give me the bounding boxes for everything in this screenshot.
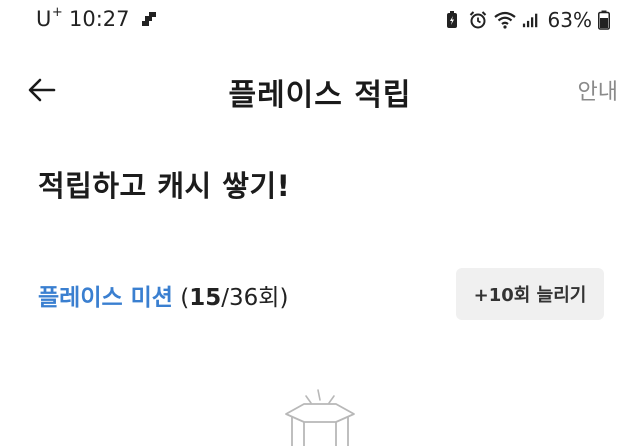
battery-saver-icon: [446, 11, 457, 28]
alarm-icon: [469, 11, 486, 29]
mission-row: 플레이스 미션 (15/36회) +10회 늘리기: [38, 268, 608, 320]
wifi-icon: [493, 11, 516, 29]
mission-current-count: 15: [189, 285, 222, 311]
mission-name: 플레이스 미션: [38, 285, 173, 311]
mission-label: 플레이스 미션 (15/36회): [38, 278, 288, 312]
battery-icon: [598, 10, 610, 30]
app-header: 플레이스 적립 안내: [0, 56, 640, 124]
guide-link[interactable]: 안내: [578, 74, 618, 106]
notification-icon: [142, 12, 156, 26]
mission-count: (15/36회): [172, 285, 289, 311]
status-bar: U+ 10:27 63%: [0, 0, 640, 44]
signal-icon: [522, 13, 537, 28]
carrier-label: U+: [36, 5, 64, 31]
headline: 적립하고 캐시 쌓기!: [38, 169, 291, 203]
status-time: 10:27: [69, 7, 130, 31]
battery-level: 63%: [547, 8, 592, 32]
page-title: 플레이스 적립: [228, 78, 412, 113]
extend-missions-button[interactable]: +10회 늘리기: [456, 268, 604, 320]
empty-box-icon: [285, 389, 355, 446]
